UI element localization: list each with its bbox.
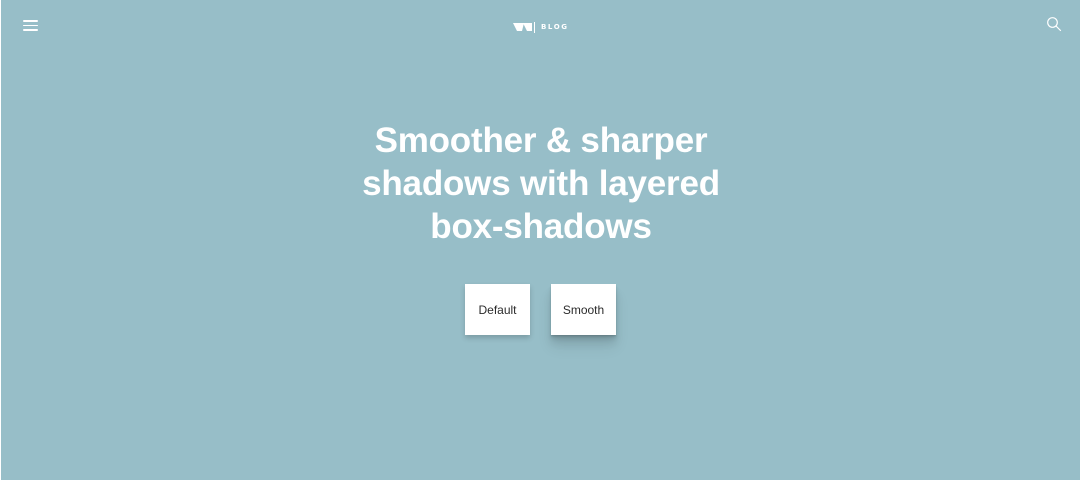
default-box-label: Default xyxy=(478,302,517,317)
blog-brand-link[interactable]: BLOG xyxy=(513,20,569,34)
title-line-2: shadows with layered xyxy=(362,164,720,203)
menu-line xyxy=(23,20,38,22)
smooth-shadow-box[interactable]: Smooth xyxy=(551,284,616,335)
title-line-3: box-shadows xyxy=(430,207,652,246)
brand-logo-icon xyxy=(513,23,532,31)
brand-divider xyxy=(534,21,535,33)
title-line-1: Smoother & sharper xyxy=(374,121,708,160)
default-shadow-box[interactable]: Default xyxy=(465,284,530,335)
smooth-box-label: Smooth xyxy=(562,302,605,317)
menu-line xyxy=(23,29,38,31)
page-title: Smoother & sharper shadows with layered … xyxy=(341,119,741,248)
menu-line xyxy=(23,24,38,26)
search-icon[interactable] xyxy=(1046,16,1062,32)
brand-label: BLOG xyxy=(541,23,569,31)
hamburger-menu-icon[interactable] xyxy=(23,19,39,31)
blog-page: BLOG Smoother & sharper shadows with lay… xyxy=(0,0,1080,480)
